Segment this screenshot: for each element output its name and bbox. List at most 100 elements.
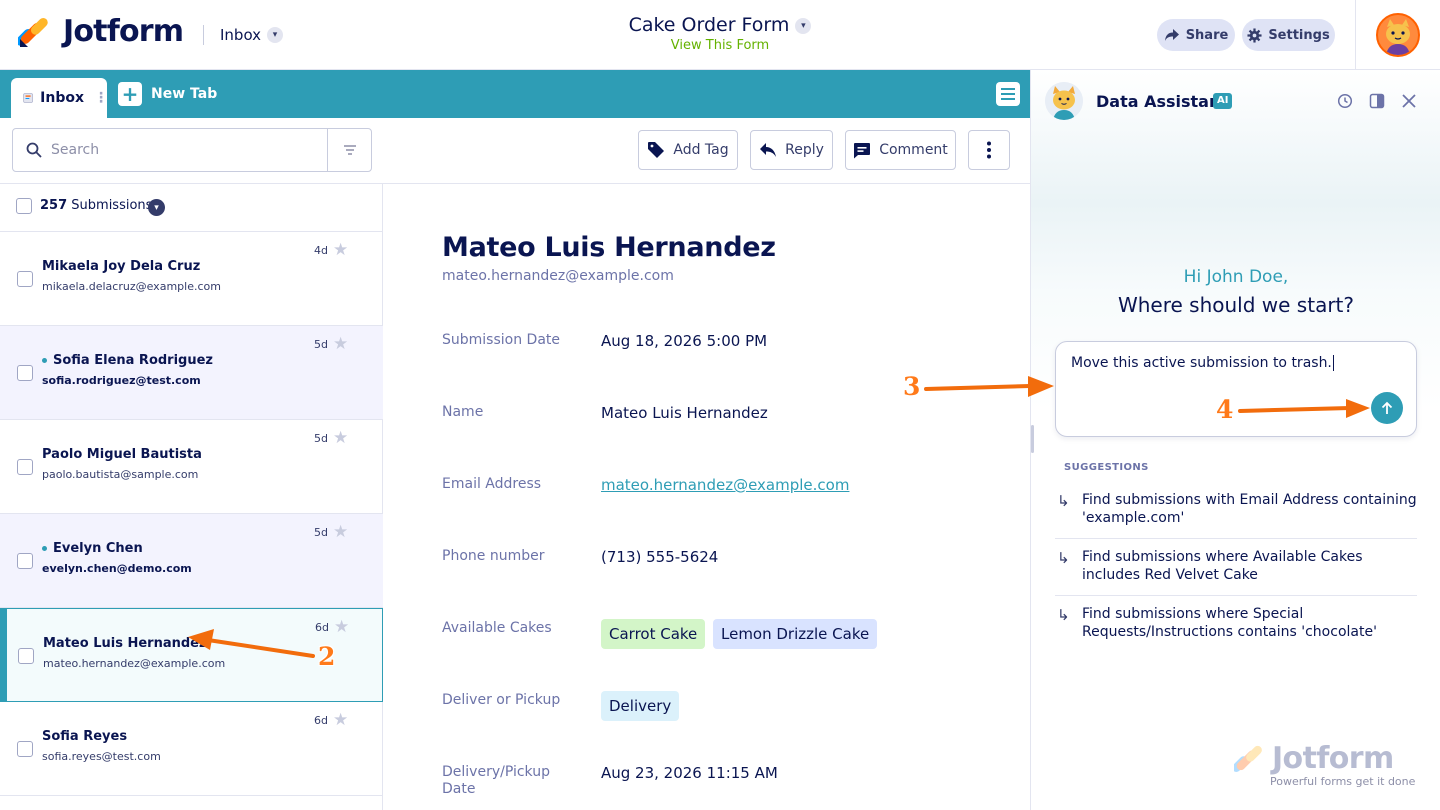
star-icon[interactable]: ★ bbox=[333, 710, 348, 730]
row-checkbox[interactable] bbox=[17, 553, 33, 569]
suggestion-item[interactable]: ↳ Find submissions where Available Cakes… bbox=[1055, 548, 1417, 596]
close-icon[interactable] bbox=[1400, 92, 1418, 110]
view-form-link[interactable]: View This Form bbox=[560, 38, 880, 53]
submission-age: 5d bbox=[314, 432, 328, 445]
submission-count-suffix: Submissions bbox=[71, 198, 153, 213]
settings-button[interactable]: Settings bbox=[1242, 19, 1335, 51]
field-label-cakes: Available Cakes bbox=[442, 620, 552, 636]
chevron-down-icon: ▾ bbox=[267, 27, 284, 43]
inbox-switcher[interactable]: Inbox ▾ bbox=[220, 26, 284, 44]
field-value-email-link[interactable]: mateo.hernandez@example.com bbox=[601, 476, 849, 494]
submitter-name: Sofia Elena Rodriguez bbox=[53, 353, 213, 368]
field-label-phone: Phone number bbox=[442, 548, 545, 564]
field-label-deliver: Deliver or Pickup bbox=[442, 692, 561, 708]
filter-icon bbox=[344, 145, 356, 155]
top-header: Jotform Inbox ▾ Cake Order Form ▾ View Th… bbox=[0, 0, 1440, 70]
form-title[interactable]: Cake Order Form ▾ bbox=[560, 14, 880, 36]
search-input[interactable]: Search bbox=[12, 128, 372, 172]
list-item[interactable]: Mikaela Joy Dela Cruz mikaela.delacruz@e… bbox=[0, 232, 383, 326]
inbox-switcher-label: Inbox bbox=[220, 26, 262, 44]
assistant-prompt-input[interactable]: Move this active submission to trash. bbox=[1055, 341, 1417, 437]
list-item[interactable]: Sofia Reyes sofia.reyes@test.com 6d ★ bbox=[0, 702, 383, 796]
menu-icon[interactable] bbox=[996, 82, 1020, 106]
suggestion-item[interactable]: ↳ Find submissions with Email Address co… bbox=[1055, 491, 1417, 539]
form-title-text: Cake Order Form bbox=[628, 14, 790, 36]
submitter-email: evelyn.chen@demo.com bbox=[42, 562, 192, 575]
reply-button[interactable]: Reply bbox=[750, 130, 833, 170]
share-button[interactable]: Share bbox=[1157, 19, 1235, 51]
star-icon[interactable]: ★ bbox=[333, 240, 348, 260]
jotform-watermark-tagline: Powerful forms get it done bbox=[1270, 775, 1416, 788]
field-value-phone: (713) 555-5624 bbox=[601, 548, 719, 566]
submitter-email: mateo.hernandez@example.com bbox=[43, 657, 226, 670]
toolbar-divider bbox=[0, 183, 1030, 184]
cat-avatar-icon bbox=[1378, 15, 1418, 55]
brand-name[interactable]: Jotform bbox=[63, 14, 184, 49]
new-tab-button[interactable]: + New Tab bbox=[118, 82, 217, 106]
reply-label: Reply bbox=[785, 142, 824, 158]
row-checkbox[interactable] bbox=[17, 365, 33, 381]
submitter-name: Paolo Miguel Bautista bbox=[42, 447, 202, 462]
field-label-date-line1: Delivery/Pickup bbox=[442, 764, 550, 780]
list-header: 257 Submissions ▾ bbox=[0, 184, 383, 232]
star-icon[interactable]: ★ bbox=[334, 617, 349, 637]
add-tag-label: Add Tag bbox=[673, 142, 729, 158]
submission-age: 6d bbox=[314, 714, 328, 727]
new-tab-label: New Tab bbox=[151, 86, 218, 102]
add-tag-button[interactable]: Add Tag bbox=[638, 130, 738, 170]
submitter-email: paolo.bautista@sample.com bbox=[42, 468, 199, 481]
text-caret bbox=[1332, 355, 1334, 371]
tag-lemon-drizzle-cake: Lemon Drizzle Cake bbox=[713, 619, 878, 649]
user-avatar[interactable] bbox=[1376, 13, 1420, 57]
field-label-submission-date: Submission Date bbox=[442, 332, 561, 348]
share-icon bbox=[1164, 29, 1179, 41]
history-icon[interactable] bbox=[1336, 92, 1354, 110]
chevron-down-icon[interactable]: ▾ bbox=[148, 199, 165, 216]
more-options-button[interactable] bbox=[968, 130, 1010, 170]
tab-options-icon[interactable]: ⋮ bbox=[94, 90, 108, 106]
panel-toggle-icon[interactable] bbox=[1368, 92, 1386, 110]
unread-dot-icon bbox=[42, 358, 47, 363]
return-arrow-icon: ↳ bbox=[1057, 606, 1070, 624]
row-checkbox[interactable] bbox=[18, 648, 34, 664]
data-assistant-panel: Data Assistant AI Hi John Doe, Where sho… bbox=[1030, 70, 1440, 810]
field-value-submission-date: Aug 18, 2026 5:00 PM bbox=[601, 332, 768, 350]
row-checkbox[interactable] bbox=[17, 459, 33, 475]
gear-icon bbox=[1247, 27, 1262, 43]
field-label-email: Email Address bbox=[442, 476, 542, 492]
field-label-name: Name bbox=[442, 404, 484, 420]
tab-strip: Inbox ⋮ + New Tab bbox=[0, 70, 1030, 118]
prompt-text-wrap: Move this active submission to trash. bbox=[1071, 355, 1334, 371]
row-checkbox[interactable] bbox=[17, 271, 33, 287]
list-item[interactable]: Evelyn Chen evelyn.chen@demo.com 5d ★ bbox=[0, 514, 383, 608]
tab-inbox[interactable]: Inbox ⋮ bbox=[11, 78, 108, 118]
comment-button[interactable]: Comment bbox=[845, 130, 956, 170]
inbox-icon bbox=[23, 93, 33, 103]
jotform-logo-icon[interactable] bbox=[18, 17, 50, 49]
submitter-email: sofia.rodriguez@test.com bbox=[42, 374, 201, 387]
suggestion-text: Find submissions where Available Cakes i… bbox=[1082, 549, 1363, 583]
submitter-email: mikaela.delacruz@example.com bbox=[42, 280, 221, 293]
jotform-watermark: Jotform bbox=[1272, 741, 1394, 776]
field-label-date-line2: Date bbox=[442, 781, 476, 797]
select-all-checkbox[interactable] bbox=[16, 198, 32, 214]
send-button[interactable] bbox=[1371, 392, 1403, 424]
suggestion-text: Find submissions where Special Requests/… bbox=[1082, 606, 1377, 640]
filter-button[interactable] bbox=[327, 129, 372, 171]
star-icon[interactable]: ★ bbox=[333, 522, 348, 542]
row-checkbox[interactable] bbox=[17, 741, 33, 757]
list-item[interactable]: Sofia Elena Rodriguez sofia.rodriguez@te… bbox=[0, 326, 383, 420]
star-icon[interactable]: ★ bbox=[333, 334, 348, 354]
panel-resize-handle[interactable] bbox=[1031, 425, 1034, 453]
list-item[interactable]: Paolo Miguel Bautista paolo.bautista@sam… bbox=[0, 420, 383, 514]
prompt-text: Move this active submission to trash. bbox=[1071, 355, 1332, 371]
comment-label: Comment bbox=[879, 142, 948, 158]
tab-inbox-label: Inbox bbox=[40, 90, 84, 106]
jotform-watermark-logo-icon bbox=[1234, 745, 1262, 772]
unread-dot-icon bbox=[42, 546, 47, 551]
star-icon[interactable]: ★ bbox=[333, 428, 348, 448]
annotation-step-2: 2 bbox=[318, 642, 336, 671]
tag-icon bbox=[648, 142, 665, 158]
submitter-name-wrap: Sofia Elena Rodriguez bbox=[42, 353, 213, 368]
suggestion-item[interactable]: ↳ Find submissions where Special Request… bbox=[1055, 605, 1417, 645]
